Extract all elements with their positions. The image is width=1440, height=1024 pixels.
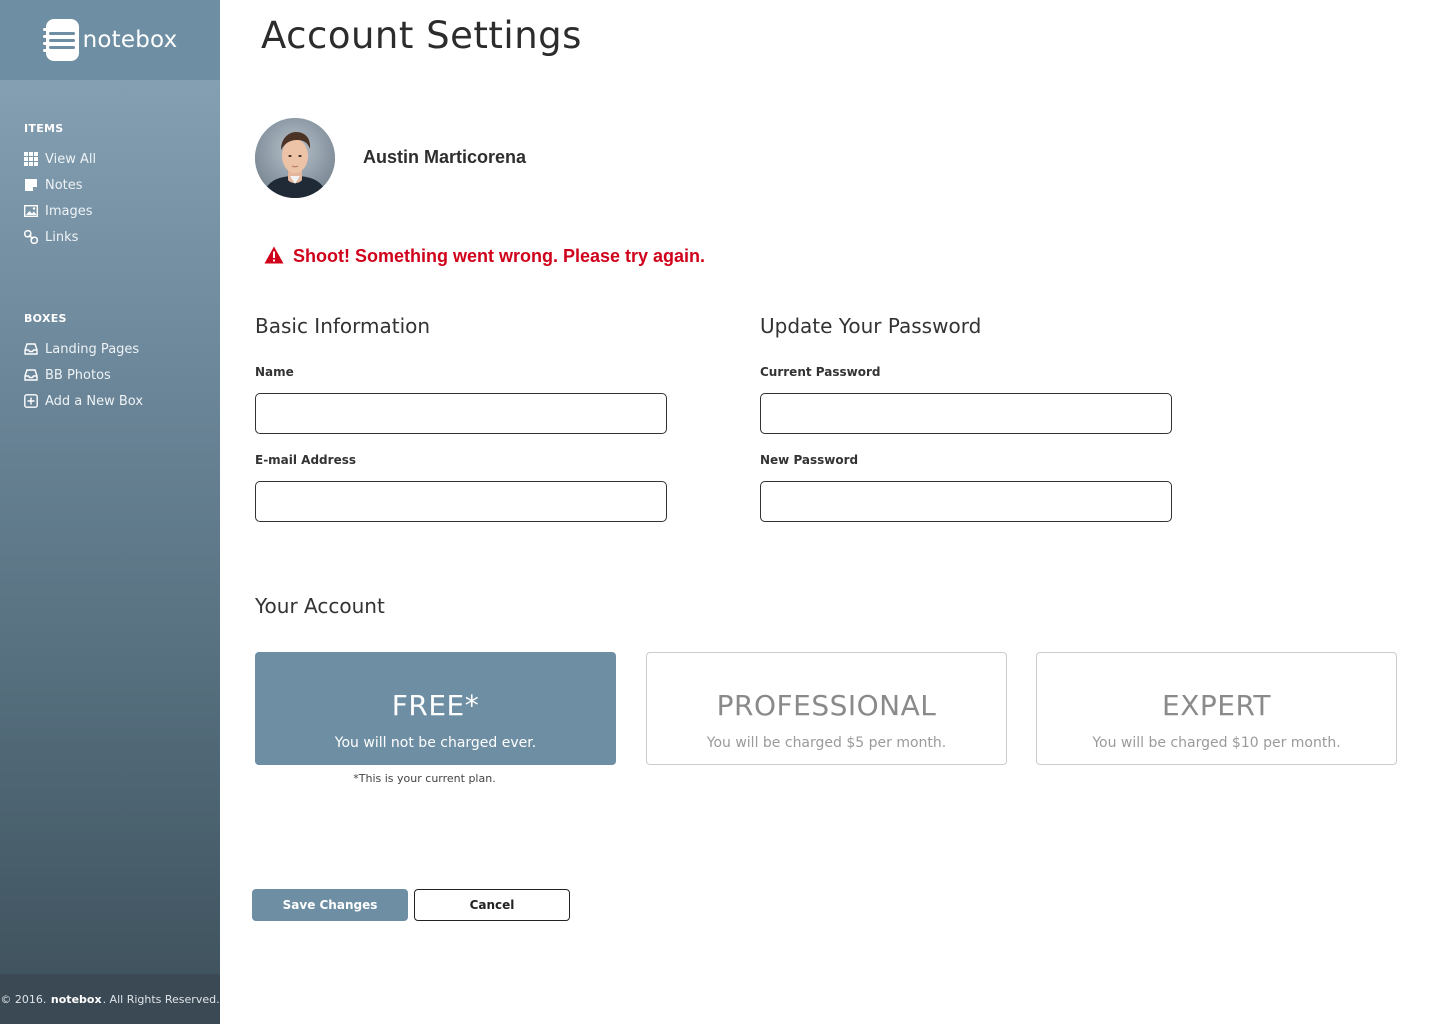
avatar[interactable]: [255, 118, 335, 198]
cancel-button[interactable]: Cancel: [414, 889, 570, 921]
plan-description: You will be charged $5 per month.: [706, 735, 947, 751]
nav-heading-boxes: BOXES: [24, 312, 67, 325]
logo[interactable]: notebox: [0, 0, 220, 80]
user-name: Austin Marticorena: [363, 147, 527, 167]
sidebar-item-images[interactable]: Images: [24, 198, 96, 224]
sidebar-footer: © 2016. notebox. All Rights Reserved.: [0, 974, 220, 1024]
footer-copyright: © 2016.: [0, 992, 47, 1006]
name-field[interactable]: [255, 393, 667, 434]
footer-rights: . All Rights Reserved.: [102, 992, 220, 1006]
sidebar-item-links[interactable]: Links: [24, 224, 96, 250]
error-message: Shoot! Something went wrong. Please try …: [293, 246, 706, 266]
plan-description: You will be charged $10 per month.: [1092, 735, 1341, 751]
nav-heading-items: ITEMS: [24, 122, 64, 135]
notebook-icon: [42, 19, 79, 61]
sidebar-item-add-new-box[interactable]: Add a New Box: [24, 388, 143, 414]
grid-icon: [24, 152, 38, 166]
sidebar-item-landing-pages[interactable]: Landing Pages: [24, 336, 143, 362]
email-field[interactable]: [255, 481, 667, 522]
nav-section-boxes: BOXES Landing Pages BB Photos Add a New …: [24, 312, 143, 414]
sidebar-item-label: Notes: [45, 177, 83, 193]
nav-section-items: ITEMS View All Notes Images Links: [24, 122, 96, 250]
plan-card-professional[interactable]: PROFESSIONAL You will be charged $5 per …: [646, 652, 1007, 765]
plan-name: FREE*: [391, 689, 480, 722]
page-title: Account Settings: [261, 14, 582, 57]
sidebar-item-label: Add a New Box: [45, 393, 144, 409]
sidebar-item-view-all[interactable]: View All: [24, 146, 96, 172]
sidebar-item-label: BB Photos: [45, 367, 111, 383]
password-title: Update Your Password: [760, 314, 982, 338]
inbox-icon: [24, 368, 38, 382]
error-alert: Shoot! Something went wrong. Please try …: [264, 246, 705, 267]
sidebar-item-label: Images: [45, 203, 93, 219]
current-password-label: Current Password: [760, 365, 881, 379]
sidebar: notebox ITEMS View All Notes Images Link…: [0, 0, 220, 1024]
name-label: Name: [255, 365, 294, 379]
image-icon: [24, 204, 38, 218]
sidebar-item-bb-photos[interactable]: BB Photos: [24, 362, 143, 388]
email-label: E-mail Address: [255, 453, 356, 467]
logo-text: notebox: [82, 27, 178, 53]
plus-square-icon: [24, 394, 38, 408]
avatar-photo: [255, 118, 335, 198]
new-password-field[interactable]: [760, 481, 1172, 522]
account-title: Your Account: [255, 594, 385, 618]
current-plan-note: *This is your current plan.: [353, 772, 496, 785]
note-icon: [24, 178, 38, 192]
link-icon: [24, 230, 38, 244]
sidebar-item-notes[interactable]: Notes: [24, 172, 96, 198]
save-button[interactable]: Save Changes: [252, 889, 408, 921]
current-password-field[interactable]: [760, 393, 1172, 434]
plan-description: You will not be charged ever.: [334, 735, 537, 751]
warning-icon: [264, 246, 284, 263]
sidebar-item-label: View All: [45, 151, 97, 167]
sidebar-item-label: Landing Pages: [45, 341, 140, 357]
new-password-label: New Password: [760, 453, 859, 467]
inbox-icon: [24, 342, 38, 356]
plan-card-expert[interactable]: EXPERT You will be charged $10 per month…: [1036, 652, 1397, 765]
sidebar-item-label: Links: [45, 229, 79, 245]
basic-info-title: Basic Information: [255, 314, 431, 338]
footer-brand: notebox: [50, 992, 102, 1006]
plan-card-free[interactable]: FREE* You will not be charged ever.: [255, 652, 616, 765]
plan-name: EXPERT: [1162, 689, 1271, 722]
plan-name: PROFESSIONAL: [716, 689, 937, 722]
